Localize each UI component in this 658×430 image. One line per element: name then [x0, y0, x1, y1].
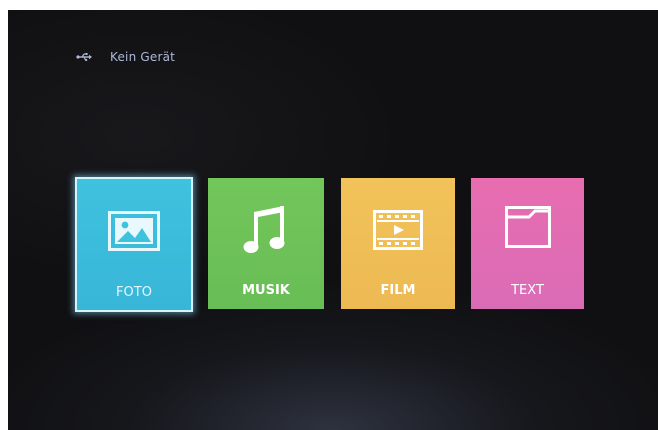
- tile-label: MUSIK: [242, 283, 290, 298]
- menu-tile-text[interactable]: TEXT: [471, 178, 584, 309]
- film-icon: [341, 210, 455, 250]
- menu-tile-foto[interactable]: FOTO: [75, 177, 193, 312]
- folder-icon: [471, 206, 584, 248]
- menu-tile-film[interactable]: FILM: [341, 178, 455, 309]
- tile-label: FILM: [380, 283, 416, 298]
- device-status: Kein Gerät: [76, 48, 175, 66]
- music-note-icon: [208, 204, 324, 256]
- usb-icon: [76, 52, 92, 62]
- tile-label: TEXT: [511, 283, 544, 298]
- menu-tile-musik[interactable]: MUSIK: [208, 178, 324, 309]
- media-player-screen: Kein Gerät FOTO MUSIK FILM TEXT: [8, 10, 658, 430]
- tile-label: FOTO: [116, 285, 152, 300]
- device-status-label: Kein Gerät: [110, 50, 176, 64]
- photo-icon: [77, 211, 191, 251]
